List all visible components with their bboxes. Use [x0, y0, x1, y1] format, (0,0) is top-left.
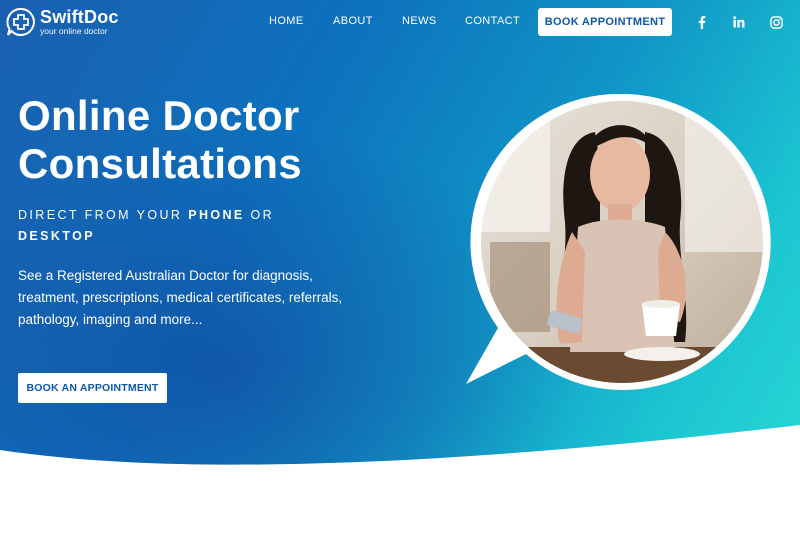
subtitle-text-2: OR — [244, 208, 275, 222]
book-an-appointment-button[interactable]: BOOK AN APPOINTMENT — [18, 373, 167, 403]
hero-title: Online Doctor Consultations — [18, 92, 398, 188]
hero-subtitle: DIRECT FROM YOUR PHONE OR DESKTOP — [18, 205, 318, 247]
hero-description: See a Registered Australian Doctor for d… — [18, 268, 343, 327]
linkedin-icon[interactable] — [731, 14, 747, 30]
logo-tagline: your online doctor — [40, 26, 108, 36]
nav-about[interactable]: ABOUT — [333, 15, 373, 27]
hero-title-line2: Consultations — [18, 140, 302, 187]
nav-home[interactable]: HOME — [269, 15, 304, 27]
nav-news[interactable]: NEWS — [402, 15, 437, 27]
logo[interactable]: SwiftDoc your online doctor — [6, 7, 119, 37]
subtitle-desktop: DESKTOP — [18, 229, 95, 243]
hero-title-line1: Online Doctor — [18, 92, 300, 139]
instagram-icon[interactable] — [768, 14, 784, 30]
logo-name: SwiftDoc — [40, 7, 119, 27]
subtitle-text-1: DIRECT FROM YOUR — [18, 208, 189, 222]
doctor-photo-bubble — [466, 93, 771, 390]
subtitle-phone: PHONE — [188, 208, 245, 222]
nav-contact[interactable]: CONTACT — [465, 15, 520, 27]
logo-cross-bubble-icon — [6, 7, 35, 36]
facebook-icon[interactable] — [694, 14, 710, 30]
book-appointment-button[interactable]: BOOK APPOINTMENT — [538, 8, 672, 36]
